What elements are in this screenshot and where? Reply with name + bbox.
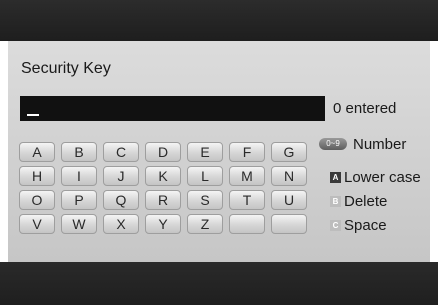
key-button[interactable]: I	[61, 166, 97, 186]
key-button[interactable]: T	[229, 190, 265, 210]
entered-count: 0 entered	[333, 100, 397, 117]
key-button[interactable]: Q	[103, 190, 139, 210]
key-button[interactable]: W	[61, 214, 97, 234]
key-button[interactable]: M	[229, 166, 265, 186]
key-button[interactable]: E	[187, 142, 223, 162]
key-button[interactable]: S	[187, 190, 223, 210]
security-key-input[interactable]	[20, 96, 325, 121]
key-button[interactable]: D	[145, 142, 181, 162]
key-button[interactable]: H	[19, 166, 55, 186]
number-key-badge: 0~9	[319, 138, 347, 150]
key-button[interactable]: N	[271, 166, 307, 186]
legend-lower-case-label: Lower case	[344, 169, 421, 186]
text-cursor	[27, 114, 39, 116]
key-button[interactable]: R	[145, 190, 181, 210]
key-button[interactable]: B	[61, 142, 97, 162]
key-button[interactable]: O	[19, 190, 55, 210]
key-button[interactable]: G	[271, 142, 307, 162]
color-key-a: A	[330, 172, 341, 183]
bottom-bar	[0, 262, 438, 305]
key-button[interactable]: K	[145, 166, 181, 186]
key-button[interactable]: L	[187, 166, 223, 186]
key-button[interactable]: V	[19, 214, 55, 234]
legend-number-label: Number	[353, 136, 407, 153]
dialog-title: Security Key	[21, 60, 111, 77]
key-button[interactable]: Y	[145, 214, 181, 234]
color-key-c: C	[330, 220, 341, 231]
key-button[interactable]: P	[61, 190, 97, 210]
legend-delete-label: Delete	[344, 193, 388, 210]
key-button[interactable]: J	[103, 166, 139, 186]
security-key-dialog: Security Key 0 entered ABCDEFGHIJKLMNOPQ…	[8, 41, 430, 262]
key-button[interactable]	[271, 214, 307, 234]
key-button[interactable]: F	[229, 142, 265, 162]
key-button[interactable]: Z	[187, 214, 223, 234]
key-button[interactable]: X	[103, 214, 139, 234]
top-bar	[0, 0, 438, 41]
key-button[interactable]: U	[271, 190, 307, 210]
key-button[interactable]	[229, 214, 265, 234]
key-button[interactable]: C	[103, 142, 139, 162]
legend-space-label: Space	[344, 217, 387, 234]
color-key-b: B	[330, 196, 341, 207]
key-button[interactable]: A	[19, 142, 55, 162]
